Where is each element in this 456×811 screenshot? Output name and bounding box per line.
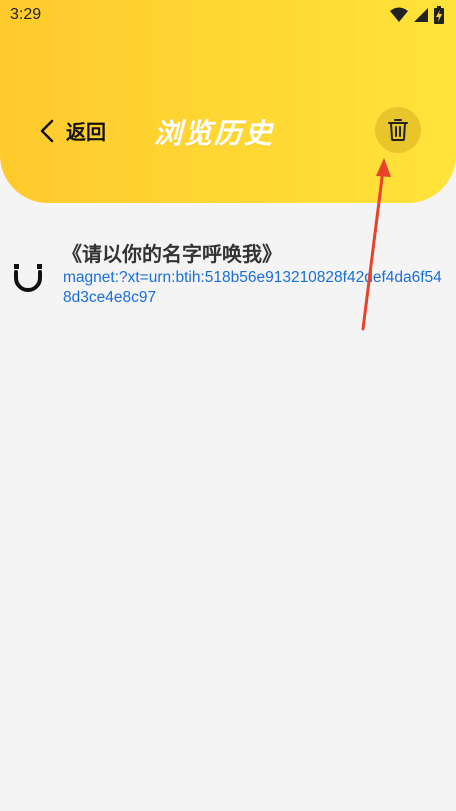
trash-icon <box>388 119 408 141</box>
battery-charging-icon <box>434 6 444 24</box>
toolbar: 返回 浏览历史 <box>0 100 456 164</box>
chevron-left-icon <box>40 119 54 142</box>
page-title: 浏览历史 <box>154 117 275 150</box>
wifi-icon <box>390 7 408 22</box>
magnet-icon <box>14 264 42 292</box>
signal-icon <box>414 8 428 22</box>
back-button[interactable]: 返回 <box>40 116 106 145</box>
history-item-title: 《请以你的名字呼唤我》 <box>62 242 282 266</box>
clear-history-button[interactable] <box>375 107 421 153</box>
history-list-item[interactable]: 《请以你的名字呼唤我》 magnet:?xt=urn:btih:518b56e9… <box>0 236 456 316</box>
status-icons <box>390 6 444 24</box>
history-item-link[interactable]: magnet:?xt=urn:btih:518b56e913210828f42d… <box>63 268 449 308</box>
back-label: 返回 <box>66 120 106 144</box>
status-time: 3:29 <box>10 6 42 23</box>
status-bar: 3:29 <box>0 0 456 32</box>
